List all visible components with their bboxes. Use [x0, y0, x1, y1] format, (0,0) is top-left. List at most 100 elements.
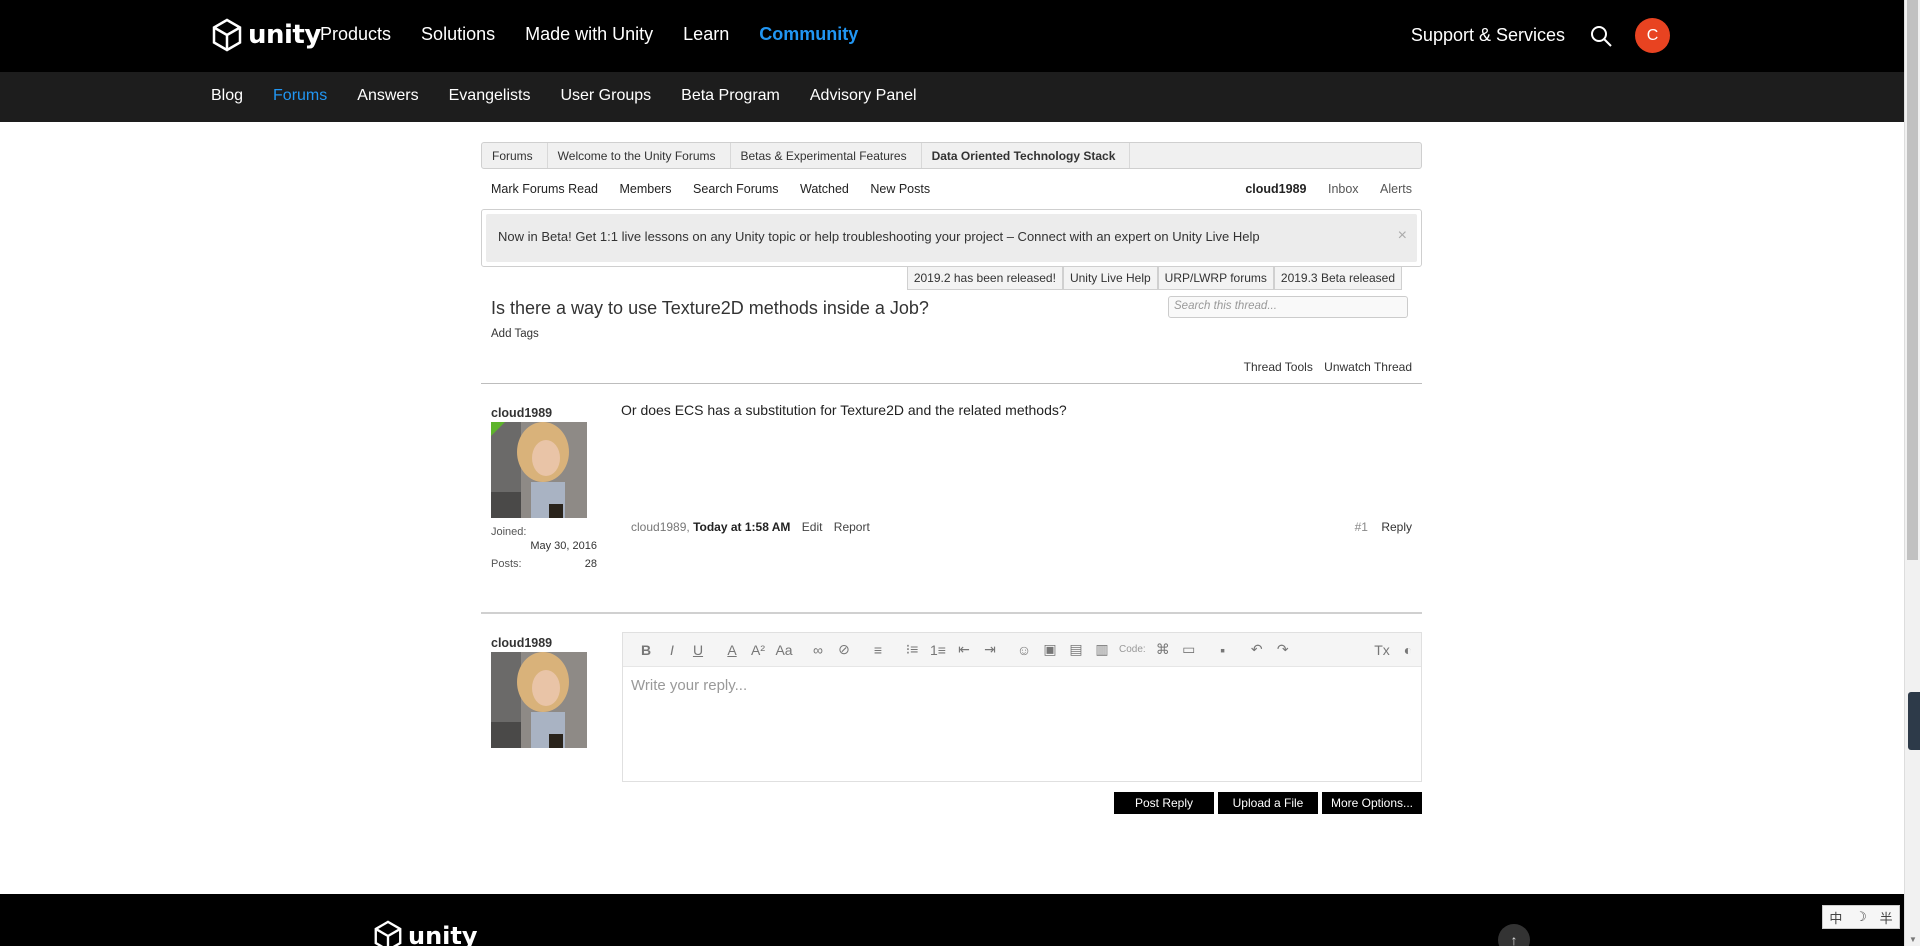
mark-forums-read-link[interactable]: Mark Forums Read — [491, 182, 598, 196]
post-number[interactable]: #1 — [1355, 520, 1368, 534]
post-username[interactable]: cloud1989 — [491, 406, 597, 420]
undo-icon[interactable]: ↶ — [1244, 641, 1270, 658]
breadcrumb-welcome[interactable]: Welcome to the Unity Forums — [548, 143, 731, 168]
unlink-icon[interactable]: ⊘ — [831, 641, 857, 658]
scroll-down-icon[interactable]: ▼ — [1909, 935, 1917, 944]
new-posts-link[interactable]: New Posts — [870, 182, 930, 196]
breadcrumb-dots[interactable]: Data Oriented Technology Stack — [922, 143, 1131, 168]
post-reply-button[interactable]: Post Reply — [1114, 792, 1214, 814]
thread-title: Is there a way to use Texture2D methods … — [491, 298, 929, 318]
subnav-beta-program[interactable]: Beta Program — [681, 87, 780, 105]
thread-tools-bar: Thread Tools Unwatch Thread — [481, 360, 1422, 384]
community-subnav: Blog Forums Answers Evangelists User Gro… — [0, 72, 1904, 122]
bold-icon[interactable]: B — [633, 642, 659, 658]
thread-tools-link[interactable]: Thread Tools — [1244, 360, 1313, 374]
nav-learn[interactable]: Learn — [683, 24, 729, 45]
font-color-icon[interactable]: A — [719, 642, 745, 658]
link-icon[interactable]: ∞ — [805, 642, 831, 658]
post-message: Or does ECS has a substitution for Textu… — [621, 402, 1067, 418]
post: cloud1989 Joined: May 30, 2016 Posts: 28 — [481, 384, 1422, 614]
underline-icon[interactable]: U — [685, 642, 711, 658]
edit-link[interactable]: Edit — [802, 520, 823, 534]
breadcrumb-betas[interactable]: Betas & Experimental Features — [731, 143, 922, 168]
inline-code-icon[interactable]: ▭ — [1176, 641, 1202, 658]
quick-reply: cloud1989 B I U A A² Aa ∞ ⊘ ≡ ⁝≡ 1≡ ⇤ ⇥ … — [481, 614, 1422, 814]
ime-chinese-icon[interactable]: 中 — [1829, 908, 1842, 927]
bullet-list-icon[interactable]: ⁝≡ — [899, 641, 925, 658]
search-icon[interactable] — [1589, 24, 1613, 48]
scroll-to-top-icon[interactable]: ↑ — [1498, 924, 1530, 946]
notice-tabs: 2019.2 has been released! Unity Live Hel… — [481, 267, 1402, 290]
alerts-link[interactable]: Alerts — [1380, 182, 1412, 196]
nav-support-services[interactable]: Support & Services — [1411, 25, 1565, 46]
notice-tab[interactable]: 2019.3 Beta released — [1273, 267, 1402, 290]
top-navigation: unity Products Solutions Made with Unity… — [0, 0, 1904, 72]
redo-icon[interactable]: ↷ — [1270, 641, 1296, 658]
ime-toolbar[interactable]: 中 ☽ 半 — [1822, 905, 1900, 929]
account-username[interactable]: cloud1989 — [1245, 182, 1306, 196]
font-family-icon[interactable]: Aa — [771, 642, 797, 658]
scrollbar-thumb[interactable] — [1907, 0, 1918, 560]
reply-username[interactable]: cloud1989 — [491, 636, 587, 650]
post-date[interactable]: Today at 1:58 AM — [693, 520, 790, 534]
nav-solutions[interactable]: Solutions — [421, 24, 495, 45]
smiley-icon[interactable]: ☺ — [1011, 642, 1037, 658]
align-icon[interactable]: ≡ — [865, 642, 891, 658]
search-forums-link[interactable]: Search Forums — [693, 182, 778, 196]
quote-icon[interactable]: ▥ — [1089, 641, 1115, 658]
numbered-list-icon[interactable]: 1≡ — [925, 642, 951, 658]
media-icon[interactable]: ▤ — [1063, 641, 1089, 658]
font-size-icon[interactable]: A² — [745, 642, 771, 658]
watched-link[interactable]: Watched — [800, 182, 849, 196]
post-author[interactable]: cloud1989, — [631, 520, 690, 534]
image-icon[interactable]: ▣ — [1037, 641, 1063, 658]
reply-link[interactable]: Reply — [1381, 520, 1412, 534]
indent-icon[interactable]: ⇥ — [977, 641, 1003, 658]
nav-community[interactable]: Community — [759, 24, 858, 45]
subnav-advisory-panel[interactable]: Advisory Panel — [810, 87, 917, 105]
unity-logo[interactable]: unity — [210, 18, 321, 52]
footer-logo[interactable]: unity — [372, 920, 478, 946]
more-options-button[interactable]: More Options... — [1322, 792, 1422, 814]
post-meta: cloud1989, Today at 1:58 AM Edit Report — [631, 520, 870, 534]
toggle-bbcode-icon[interactable]: ◐ — [1395, 642, 1421, 658]
side-widget-tab[interactable] — [1908, 692, 1920, 750]
notice-text: Now in Beta! Get 1:1 live lessons on any… — [498, 229, 1260, 244]
inbox-link[interactable]: Inbox — [1328, 182, 1359, 196]
close-icon[interactable]: × — [1398, 227, 1407, 245]
user-avatar[interactable]: C — [1635, 18, 1670, 53]
avatar-image — [491, 422, 587, 518]
reply-textarea[interactable]: Write your reply... — [623, 667, 1421, 704]
forum-nav-bar: Mark Forums Read Members Search Forums W… — [481, 169, 1422, 209]
save-draft-icon[interactable]: ▪ — [1210, 642, 1236, 658]
subnav-answers[interactable]: Answers — [357, 87, 418, 105]
notice-tab[interactable]: Unity Live Help — [1062, 267, 1158, 290]
avatar[interactable] — [491, 652, 587, 748]
outdent-icon[interactable]: ⇤ — [951, 641, 977, 658]
notice-tab[interactable]: URP/LWRP forums — [1157, 267, 1274, 290]
thread-search-input[interactable]: Search this thread... — [1168, 296, 1408, 318]
notice-box: Now in Beta! Get 1:1 live lessons on any… — [481, 209, 1422, 267]
add-tags-link[interactable]: Add Tags — [491, 328, 539, 340]
code-icon[interactable]: ⌘ — [1150, 641, 1176, 658]
members-link[interactable]: Members — [619, 182, 671, 196]
nav-products[interactable]: Products — [320, 24, 391, 45]
avatar[interactable] — [491, 422, 587, 518]
subnav-evangelists[interactable]: Evangelists — [449, 87, 531, 105]
posts-label: Posts: — [491, 558, 522, 570]
unwatch-thread-link[interactable]: Unwatch Thread — [1324, 360, 1412, 374]
remove-format-icon[interactable]: Tx — [1369, 642, 1395, 658]
scrollbar[interactable]: ▲ ▼ — [1904, 0, 1920, 946]
editor-toolbar: B I U A A² Aa ∞ ⊘ ≡ ⁝≡ 1≡ ⇤ ⇥ ☺ ▣ ▤ ▥ Co… — [623, 633, 1421, 667]
upload-file-button[interactable]: Upload a File — [1218, 792, 1318, 814]
report-link[interactable]: Report — [834, 520, 870, 534]
subnav-blog[interactable]: Blog — [211, 87, 243, 105]
notice-tab[interactable]: 2019.2 has been released! — [906, 267, 1063, 290]
subnav-forums[interactable]: Forums — [273, 87, 327, 105]
breadcrumb-forums[interactable]: Forums — [482, 143, 548, 168]
ime-half-width-icon[interactable]: 半 — [1880, 908, 1893, 927]
ime-moon-icon[interactable]: ☽ — [1855, 909, 1867, 925]
italic-icon[interactable]: I — [659, 642, 685, 658]
nav-made-with-unity[interactable]: Made with Unity — [525, 24, 653, 45]
subnav-user-groups[interactable]: User Groups — [560, 87, 651, 105]
